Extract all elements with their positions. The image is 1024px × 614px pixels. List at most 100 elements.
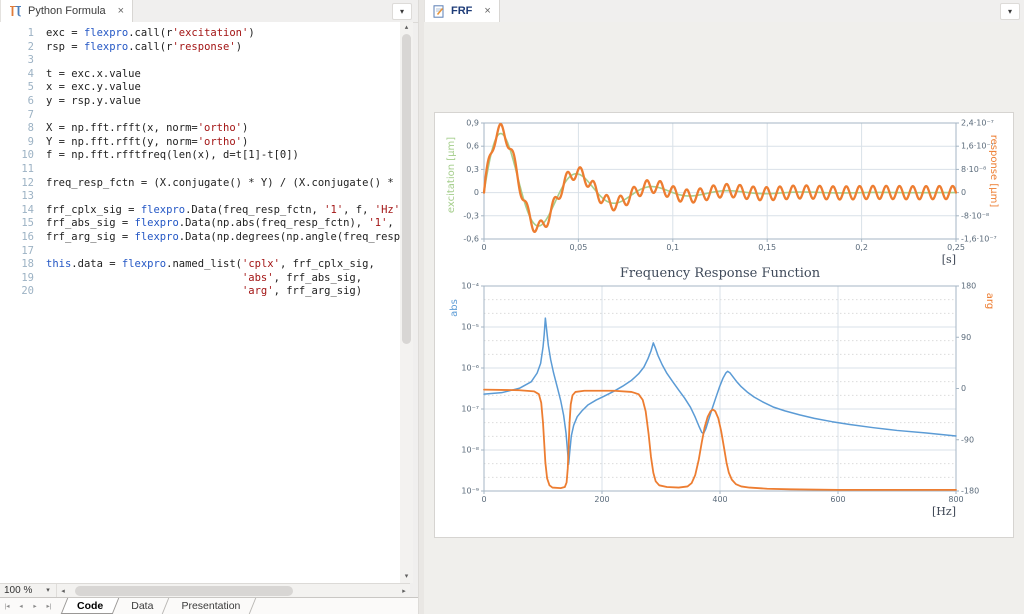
scroll-down-icon[interactable]: ▾ xyxy=(400,571,413,583)
y-right-tick-label: 0 xyxy=(961,188,966,197)
code-line[interactable]: 12 freq_resp_fctn = (X.conjugate() * Y) /… xyxy=(0,177,400,191)
sheet-tab-bar: |◂ ◂ ▸ ▸| Code Data Presentation xyxy=(0,597,418,614)
code-line[interactable]: 8 X = np.fft.rfft(x, norm='ortho') xyxy=(0,122,400,136)
line-number: 13 xyxy=(21,190,34,203)
y-left-tick-label: 10⁻⁴ xyxy=(461,282,479,291)
code-text: 'arg', frf_arg_sig) xyxy=(241,285,363,298)
scroll-up-icon[interactable]: ▴ xyxy=(400,22,413,34)
prev-sheet-button[interactable]: ◂ xyxy=(14,599,28,614)
line-number: 16 xyxy=(21,230,34,243)
code-line[interactable]: 17 xyxy=(0,245,400,259)
line-number: 12 xyxy=(21,176,34,189)
chevron-down-icon[interactable]: ▾ xyxy=(1000,3,1020,20)
code-line[interactable]: 9 Y = np.fft.rfft(y, norm='ortho') xyxy=(0,136,400,150)
x-tick-label: 0 xyxy=(481,495,486,504)
frf-tab[interactable]: FRF × xyxy=(424,0,500,22)
time-chart: 0 0,05 0,1 0,15 0,2 0,250,9 2,4·10⁻⁷0,6 1,6·10⁻… xyxy=(446,119,999,267)
code-text: f = np.fft.rfftfreq(len(x), d=t[1]-t[0]) xyxy=(46,149,299,162)
python-formula-panel: Python Formula × ▾ 1 exc = flexpro.call(r… xyxy=(0,0,418,614)
x-tick-label: 0,05 xyxy=(569,243,587,252)
pi-icon xyxy=(10,6,21,17)
x-tick-label: 200 xyxy=(594,495,609,504)
line-number: 17 xyxy=(21,244,34,257)
code-line[interactable]: 18 this.data = flexpro.named_list('cplx',… xyxy=(0,258,400,272)
chart-title: Frequency Response Function xyxy=(620,266,821,281)
code-line[interactable]: 4 t = exc.x.value xyxy=(0,68,400,82)
scroll-thumb[interactable] xyxy=(75,586,293,596)
close-icon[interactable]: × xyxy=(484,5,490,17)
tab-title: Python Formula xyxy=(28,5,106,17)
scroll-left-icon[interactable]: ◂ xyxy=(57,587,69,595)
y-right-tick-label: 0 xyxy=(961,384,966,393)
chevron-down-icon[interactable]: ▾ xyxy=(392,3,412,20)
plot-border xyxy=(483,122,957,240)
line-number: 11 xyxy=(21,162,34,175)
code-line[interactable]: 7 xyxy=(0,109,400,123)
y-left-tick-label: 0,9 xyxy=(466,119,479,128)
x-tick-label: 0,15 xyxy=(758,243,776,252)
code-text: frf_cplx_sig = flexpro.Data(freq_resp_fc… xyxy=(46,203,400,216)
y-left-tick-label: -0,3 xyxy=(463,211,479,220)
y-left-tick-label: 10⁻⁹ xyxy=(461,487,479,496)
line-number: 10 xyxy=(21,149,34,162)
y-right-tick-label: -8·10⁻⁸ xyxy=(961,211,989,220)
status-scroll-row: 100 % ▾ ◂ ▸ xyxy=(0,583,410,598)
code-text: frf_abs_sig = flexpro.Data(np.abs(freq_r… xyxy=(46,217,394,230)
line-number: 3 xyxy=(27,54,34,67)
code-line[interactable]: 16 frf_arg_sig = flexpro.Data(np.degrees(… xyxy=(0,231,400,245)
y-right-tick-label: 8·10⁻⁸ xyxy=(961,165,986,174)
code-line[interactable]: 10 f = np.fft.rfftfreq(len(x), d=t[1]-t[0… xyxy=(0,149,400,163)
code-line[interactable]: 1 exc = flexpro.call(r'excitation') xyxy=(0,27,400,41)
vertical-scrollbar[interactable]: ▴ ▾ xyxy=(400,22,413,583)
code-text: this.data = flexpro.named_list('cplx', f… xyxy=(46,258,375,271)
code-line[interactable]: 5 x = exc.y.value xyxy=(0,81,400,95)
code-text: rsp = flexpro.call(r'response') xyxy=(46,40,243,53)
x-tick-label: 600 xyxy=(830,495,845,504)
sheet-tab-data[interactable]: Data xyxy=(118,598,166,614)
sheet-tab-code[interactable]: Code xyxy=(64,598,116,614)
y-left-tick-label: -0,6 xyxy=(463,235,479,244)
y-right-tick-label: 90 xyxy=(961,333,971,342)
sheet-tab-label: Code xyxy=(77,600,104,612)
code-editor[interactable]: 1 exc = flexpro.call(r'excitation') 2 rsp =… xyxy=(0,22,400,588)
line-number: 9 xyxy=(27,135,34,148)
document-page: 0 0,05 0,1 0,15 0,2 0,25 0,9 2,4·10⁻⁷ 0,6 1,6·10⁻… xyxy=(434,112,1014,538)
code-line[interactable]: 15 frf_abs_sig = flexpro.Data(np.abs(freq… xyxy=(0,217,400,231)
x-tick-label: 800 xyxy=(948,495,963,504)
x-axis-unit: [Hz] xyxy=(932,505,956,518)
next-sheet-button[interactable]: ▸ xyxy=(28,599,42,614)
sheet-tab-presentation[interactable]: Presentation xyxy=(168,598,253,614)
code-line[interactable]: 14 frf_cplx_sig = flexpro.Data(freq_resp_… xyxy=(0,204,400,218)
code-line[interactable]: 6 y = rsp.y.value xyxy=(0,95,400,109)
python-formula-tab[interactable]: Python Formula × xyxy=(0,0,134,22)
sheet-tab-label: Data xyxy=(131,600,154,612)
y-right-tick-label: 2,4·10⁻⁷ xyxy=(961,119,994,128)
last-sheet-button[interactable]: ▸| xyxy=(42,599,56,614)
y-left-tick-label: 0 xyxy=(474,188,479,197)
code-line[interactable]: 2 rsp = flexpro.call(r'response') xyxy=(0,41,400,55)
scroll-thumb[interactable] xyxy=(402,34,411,344)
horizontal-scrollbar[interactable] xyxy=(69,584,398,598)
close-icon[interactable]: × xyxy=(118,5,124,17)
zoom-control[interactable]: 100 % xyxy=(0,584,40,598)
code-text: X = np.fft.rfft(x, norm='ortho') xyxy=(46,122,249,135)
code-line[interactable]: 20 'arg', frf_arg_sig) xyxy=(0,285,400,299)
y-left-tick-label: 10⁻⁶ xyxy=(461,364,479,373)
line-number: 19 xyxy=(21,271,34,284)
code-line[interactable]: 11 xyxy=(0,163,400,177)
scroll-right-icon[interactable]: ▸ xyxy=(398,587,410,595)
code-line[interactable]: 13 xyxy=(0,190,400,204)
zoom-dropdown-icon[interactable]: ▾ xyxy=(40,584,57,598)
y-right-tick-label: 180 xyxy=(961,282,976,291)
first-sheet-button[interactable]: |◂ xyxy=(0,599,14,614)
code-text: exc = flexpro.call(r'excitation') xyxy=(46,27,255,39)
line-number: 7 xyxy=(27,108,34,121)
y-left-axis-title: abs xyxy=(449,299,460,317)
code-line[interactable]: 19 'abs', frf_abs_sig, xyxy=(0,272,400,286)
line-number: 2 xyxy=(27,40,34,53)
line-number: 15 xyxy=(21,217,34,230)
y-right-tick-label: -1,6·10⁻⁷ xyxy=(961,235,997,244)
code-line[interactable]: 3 xyxy=(0,54,400,68)
line-number: 6 xyxy=(27,94,34,107)
line-number: 4 xyxy=(27,67,34,80)
